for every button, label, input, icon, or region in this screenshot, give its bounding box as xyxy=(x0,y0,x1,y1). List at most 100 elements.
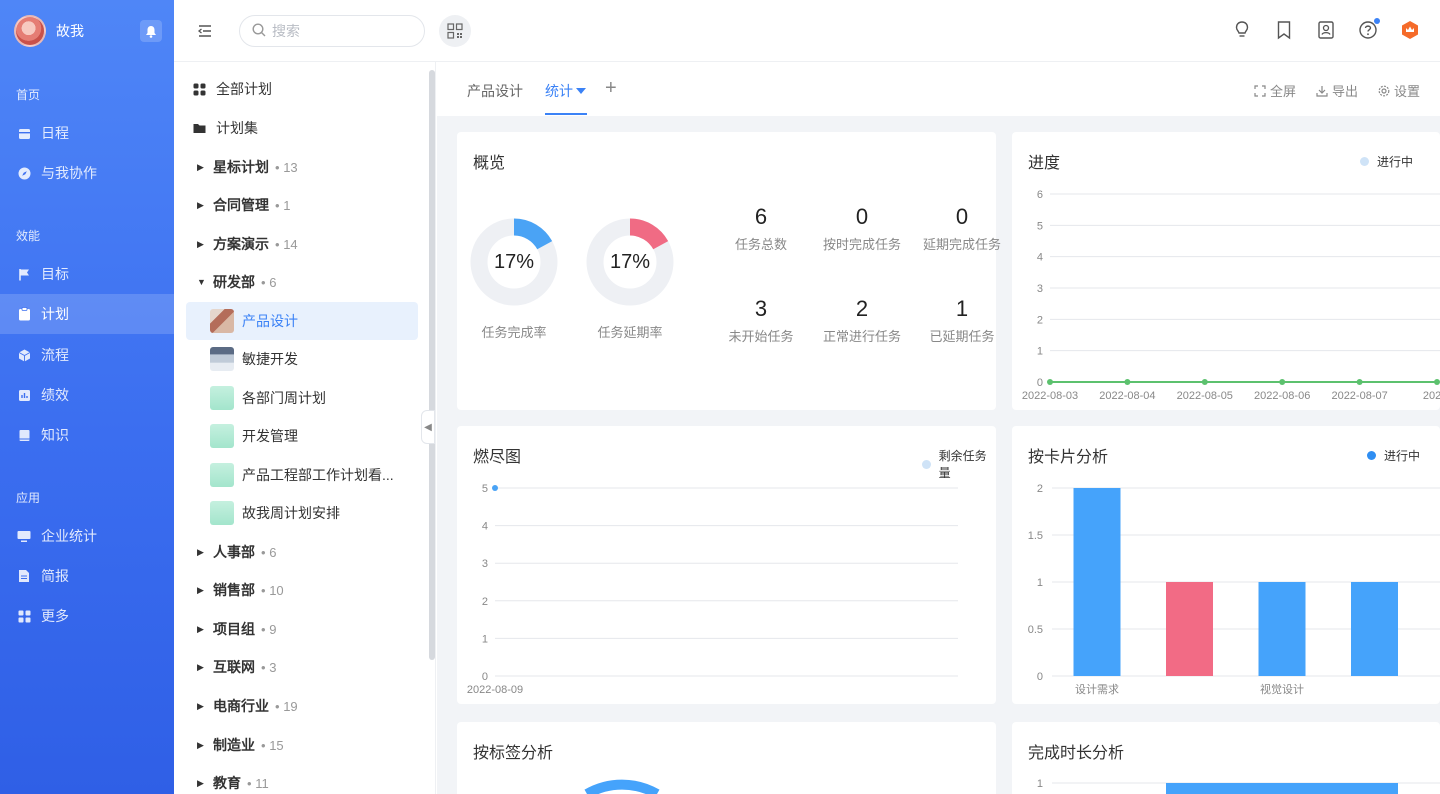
caret-right-icon: ▶ xyxy=(197,661,204,672)
stat-label: 未开始任务 xyxy=(728,329,794,344)
caret-right-icon: ▶ xyxy=(197,739,204,750)
sidebar-item-label: 简报 xyxy=(41,568,69,584)
y-tick-label: 0.5 xyxy=(1028,624,1043,636)
sidebar-item-process[interactable]: 流程 xyxy=(0,335,174,375)
x-tick-label: 2022-08-03 xyxy=(1022,390,1078,402)
sidebar-item-performance[interactable]: 绩效 xyxy=(0,375,174,415)
donut-caption: 任务延期率 xyxy=(597,325,663,340)
fullscreen-icon xyxy=(1254,84,1266,97)
y-tick-label: 3 xyxy=(482,558,488,570)
plan-sets-label: 计划集 xyxy=(216,120,258,136)
help-icon[interactable] xyxy=(1358,18,1380,40)
plan-sets-item[interactable]: 计划集 xyxy=(174,109,436,147)
caret-right-icon: ▶ xyxy=(197,623,204,634)
stat-label: 延期完成任务 xyxy=(922,237,1001,252)
plan-item-eng-board[interactable]: 产品工程部工作计划看... xyxy=(186,456,418,494)
sidebar-item-goals[interactable]: 目标 xyxy=(0,254,174,294)
tab-product-design[interactable]: 产品设计 xyxy=(467,81,523,101)
caret-right-icon: ▶ xyxy=(197,238,204,249)
caret-down-icon xyxy=(576,88,586,94)
section-efficiency-title: 效能 xyxy=(16,229,41,243)
stat-number: 0 xyxy=(855,204,869,229)
plan-list-panel: 全部计划 计划集 ▶ 星标计划 • 13 ▶ 合同管理 • 1 ▶ 方案演示 •… xyxy=(174,62,436,794)
donut-caption: 任务完成率 xyxy=(481,325,547,340)
user-name: 故我 xyxy=(56,23,84,39)
bar xyxy=(1351,582,1398,676)
caret-right-icon: ▶ xyxy=(197,546,204,557)
plan-item-product-design[interactable]: 产品设计 xyxy=(186,302,418,340)
panel-collapse-icon[interactable]: ◀ xyxy=(421,410,435,444)
group-count: • 11 xyxy=(247,775,269,791)
qr-code-icon[interactable] xyxy=(439,15,471,47)
contacts-icon[interactable] xyxy=(1316,20,1336,40)
monitor-icon xyxy=(17,529,31,543)
search-input[interactable] xyxy=(272,23,402,39)
card-bar-chart: 00.511.52设计需求视觉设计设计 xyxy=(1028,483,1440,696)
plan-item-label: 各部门周计划 xyxy=(242,390,326,406)
lightbulb-icon[interactable] xyxy=(1232,20,1252,40)
add-tab-button[interactable]: + xyxy=(605,77,617,100)
sidebar-item-label: 目标 xyxy=(41,266,69,282)
y-tick-label: 4 xyxy=(482,521,488,533)
group-count: • 14 xyxy=(275,236,298,252)
group-count: • 6 xyxy=(261,274,277,290)
y-tick-label: 0 xyxy=(1037,377,1043,389)
group-count: • 3 xyxy=(261,659,277,675)
delay-rate-donut: 17% xyxy=(586,218,674,306)
document-icon xyxy=(17,569,31,583)
brand-icon[interactable] xyxy=(1400,20,1420,40)
plan-item-weekly-plans[interactable]: 各部门周计划 xyxy=(186,379,418,417)
all-plans-item[interactable]: 全部计划 xyxy=(174,70,436,108)
overview-card: 概览 17% 任务完成率 17% 任务延期率 6 任务总数 0 按时完成任务 0 xyxy=(457,132,1001,410)
plan-group-rnd[interactable]: ▼ 研发部 • 6 xyxy=(174,263,436,301)
main-sidebar: 故我 首页 日程 与我协作 效能 目标 计划 流程 绩效 知识 应用 企业统计 xyxy=(0,0,174,794)
plan-group-education[interactable]: ▶ 教育 • 11 xyxy=(174,764,436,794)
group-name: 销售部 xyxy=(213,582,255,598)
pie-slice xyxy=(584,779,660,794)
sidebar-item-label: 绩效 xyxy=(41,387,69,403)
fullscreen-button[interactable]: 全屏 xyxy=(1254,81,1296,100)
donut-value: 17% xyxy=(609,250,651,273)
plan-group-internet[interactable]: ▶ 互联网 • 3 xyxy=(174,648,436,686)
completion-rate-donut: 17% xyxy=(470,218,558,306)
plan-item-agile-dev[interactable]: 敏捷开发 xyxy=(186,340,418,378)
plan-group-demo[interactable]: ▶ 方案演示 • 14 xyxy=(174,225,436,263)
plan-group-sales[interactable]: ▶ 销售部 • 10 xyxy=(174,571,436,609)
duration-bar-chart: 1 xyxy=(1037,778,1440,794)
data-point xyxy=(1047,379,1053,385)
bar xyxy=(1166,783,1398,794)
group-name: 教育 xyxy=(213,775,241,791)
plan-item-dev-management[interactable]: 开发管理 xyxy=(186,417,418,455)
plan-group-starred[interactable]: ▶ 星标计划 • 13 xyxy=(174,148,436,186)
avatar[interactable] xyxy=(14,15,46,47)
sidebar-item-plans[interactable]: 计划 xyxy=(0,294,174,334)
plan-group-hr[interactable]: ▶ 人事部 • 6 xyxy=(174,533,436,571)
grid-icon xyxy=(17,609,31,623)
notification-dot xyxy=(1374,18,1380,24)
notification-bell-icon[interactable] xyxy=(140,20,162,42)
search-box[interactable] xyxy=(239,15,425,47)
plan-group-manufacturing[interactable]: ▶ 制造业 • 15 xyxy=(174,726,436,764)
plan-list-scrollbar[interactable] xyxy=(429,70,435,660)
plan-group-contracts[interactable]: ▶ 合同管理 • 1 xyxy=(174,186,436,224)
sidebar-item-collaboration[interactable]: 与我协作 xyxy=(0,153,174,193)
sidebar-item-enterprise-stats[interactable]: 企业统计 xyxy=(0,516,174,556)
settings-button[interactable]: 设置 xyxy=(1378,81,1420,100)
plan-thumbnail xyxy=(210,501,234,525)
menu-collapse-icon[interactable] xyxy=(196,22,214,40)
sidebar-item-knowledge[interactable]: 知识 xyxy=(0,415,174,455)
tab-statistics[interactable]: 统计 xyxy=(545,81,586,101)
bookmark-icon[interactable] xyxy=(1274,20,1294,40)
plan-group-project[interactable]: ▶ 项目组 • 9 xyxy=(174,610,436,648)
stat-label: 正常进行任务 xyxy=(822,329,901,344)
user-profile[interactable]: 故我 xyxy=(14,14,164,48)
compass-icon xyxy=(17,166,31,180)
plan-item-personal-weekly[interactable]: 故我周计划安排 xyxy=(186,494,418,532)
x-tick-label: 2022-08-09 xyxy=(467,684,523,696)
sidebar-item-more[interactable]: 更多 xyxy=(0,596,174,636)
sidebar-item-briefing[interactable]: 简报 xyxy=(0,556,174,596)
plan-group-ecommerce[interactable]: ▶ 电商行业 • 19 xyxy=(174,687,436,725)
sidebar-item-schedule[interactable]: 日程 xyxy=(0,113,174,153)
export-button[interactable]: 导出 xyxy=(1316,81,1358,100)
plan-item-label: 敏捷开发 xyxy=(242,351,298,367)
